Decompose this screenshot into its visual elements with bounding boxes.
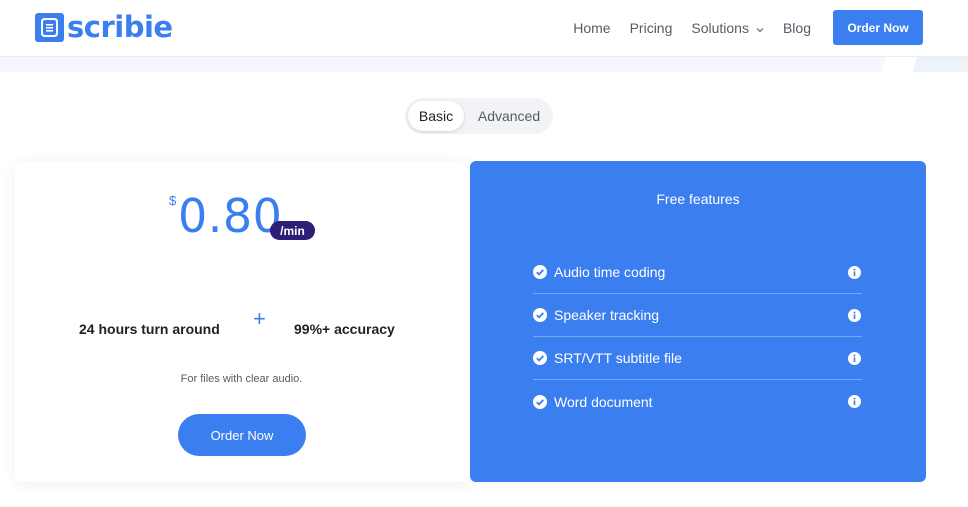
header-order-now-button[interactable]: Order Now [833,10,923,45]
info-icon[interactable] [848,351,861,365]
plan-toggle: Basic Advanced [405,98,553,134]
nav-home[interactable]: Home [573,20,610,36]
info-icon[interactable] [848,395,861,408]
check-circle-icon [533,265,547,279]
feature-item: Audio time coding [533,251,862,294]
logo-text: scribie [67,10,173,44]
info-icon[interactable] [848,308,861,322]
check-circle-icon [533,394,547,409]
main-nav: Home Pricing Solutions Blog Order Now [573,10,923,45]
nav-solutions-label: Solutions [691,19,749,36]
header-band-decoration [848,57,968,72]
feature-list: Audio time coding Speaker tracking SRT/V… [533,251,862,423]
nav-blog[interactable]: Blog [783,20,811,36]
accuracy-text: 99%+ accuracy [294,321,395,337]
clear-audio-note: For files with clear audio. [180,373,303,385]
free-features-card: Free features Audio time coding Speaker … [470,161,926,482]
logo-document-icon [35,12,64,42]
feature-label: Word document [554,393,653,410]
toggle-advanced[interactable]: Advanced [471,101,547,131]
feature-item: Word document [533,380,862,423]
turnaround-text: 24 hours turn around [79,321,220,337]
feature-item: Speaker tracking [533,294,862,337]
toggle-basic[interactable]: Basic [408,101,464,131]
feature-label: Audio time coding [554,264,666,280]
card-order-now-button[interactable]: Order Now [178,414,306,456]
scribie-logo[interactable]: scribie [35,9,173,45]
feature-label: Speaker tracking [554,307,660,323]
feature-label: SRT/VTT subtitle file [554,350,682,366]
feature-item: SRT/VTT subtitle file [533,337,862,380]
header-band [0,57,968,72]
price-currency: $ [169,193,177,208]
price-value: 0.80 [178,189,283,243]
chevron-down-icon [756,20,764,36]
check-circle-icon [533,351,547,365]
site-header: scribie Home Pricing Solutions Blog Orde… [0,0,968,57]
price-unit-badge: /min [270,221,315,240]
info-icon[interactable] [848,265,861,279]
nav-pricing[interactable]: Pricing [630,20,673,36]
free-features-title: Free features [656,191,740,207]
nav-solutions[interactable]: Solutions [691,20,764,36]
check-circle-icon [533,308,547,322]
plus-icon: + [253,306,266,331]
